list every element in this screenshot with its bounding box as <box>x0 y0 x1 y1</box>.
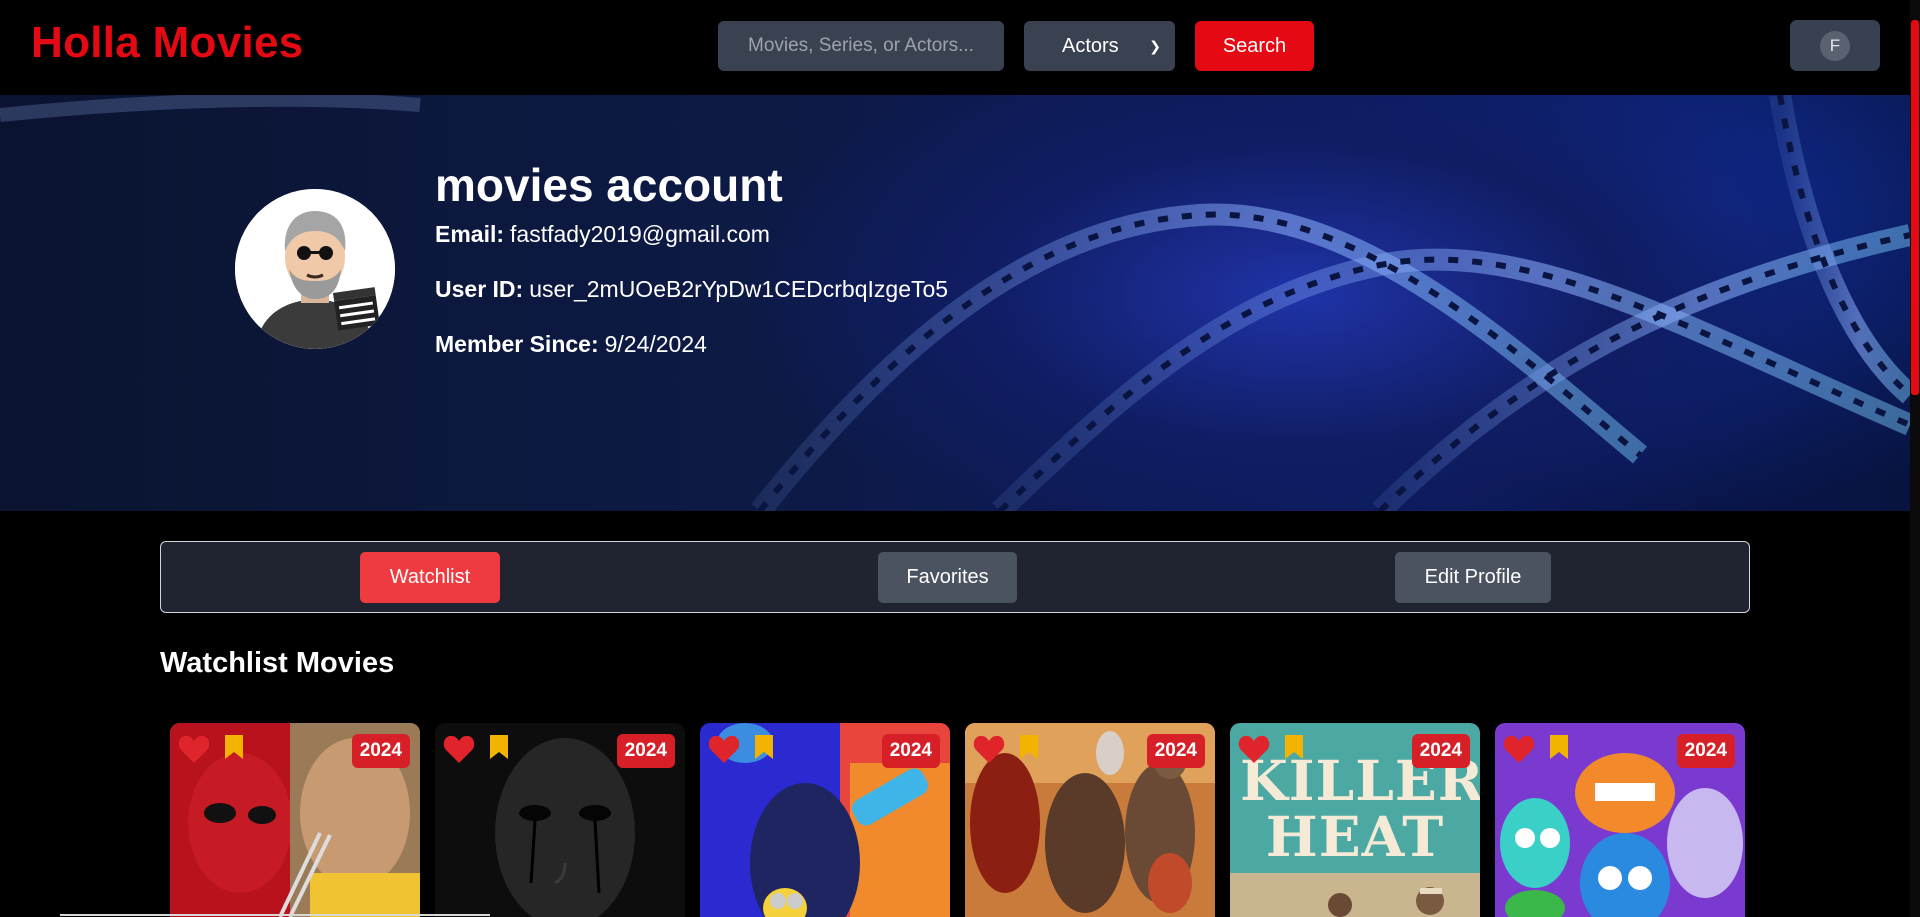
bookmark-icon[interactable] <box>1285 735 1303 759</box>
user-id-label: User ID: <box>435 276 524 302</box>
year-badge: 2024 <box>616 734 675 768</box>
email-value: fastfady2019@gmail.com <box>510 221 770 247</box>
bookmark-icon[interactable] <box>1550 735 1568 759</box>
search-button[interactable]: Search <box>1195 21 1314 71</box>
user-avatar: F <box>1820 30 1850 61</box>
year-badge: 2024 <box>1676 734 1735 768</box>
search-input[interactable] <box>718 21 1004 71</box>
scrollbar-thumb[interactable] <box>1911 20 1919 395</box>
profile-email-row: Email: fastfady2019@gmail.com <box>435 221 770 248</box>
movie-card[interactable]: 2024 <box>1495 723 1745 917</box>
bookmark-icon[interactable] <box>755 735 773 759</box>
heart-icon[interactable] <box>973 734 1005 764</box>
profile-user-id-row: User ID: user_2mUOeB2rYpDw1CEDcrbqIzgeTo5 <box>435 276 948 303</box>
profile-member-since-row: Member Since: 9/24/2024 <box>435 331 707 358</box>
year-badge: 2024 <box>881 734 940 768</box>
member-since-label: Member Since: <box>435 331 599 357</box>
poster-title-text: KILLER HEAT <box>1240 748 1480 869</box>
heart-icon[interactable] <box>1238 734 1270 764</box>
heart-icon[interactable] <box>443 734 475 764</box>
chevron-down-icon: ❯ <box>1149 37 1161 54</box>
user-menu-button[interactable]: F <box>1790 20 1880 71</box>
year-badge: 2024 <box>351 734 410 768</box>
profile-tabs: Watchlist Favorites Edit Profile <box>160 541 1750 613</box>
movie-card[interactable]: 2024 <box>700 723 950 917</box>
year-badge: 2024 <box>1411 734 1470 768</box>
heart-icon[interactable] <box>1503 734 1535 764</box>
tab-favorites[interactable]: Favorites <box>878 552 1017 603</box>
movie-card[interactable]: KILLER HEAT 2024 <box>1230 723 1480 917</box>
movie-card[interactable]: 2024 <box>435 723 685 917</box>
profile-hero: movies account Email: fastfady2019@gmail.… <box>0 95 1910 511</box>
app-logo[interactable]: Holla Movies <box>31 18 304 68</box>
tab-watchlist[interactable]: Watchlist <box>360 552 500 603</box>
profile-avatar <box>235 189 395 349</box>
top-navbar: Holla Movies Actors ❯ Search F <box>0 0 1910 95</box>
search-type-select[interactable]: Actors ❯ <box>1024 21 1175 71</box>
heart-icon[interactable] <box>708 734 740 764</box>
tab-edit-profile[interactable]: Edit Profile <box>1395 552 1551 603</box>
movie-card[interactable]: 2024 <box>170 723 420 917</box>
horizontal-scroll-indicator <box>60 914 490 916</box>
bookmark-icon[interactable] <box>1020 735 1038 759</box>
heart-icon[interactable] <box>178 734 210 764</box>
profile-name: movies account <box>435 159 783 211</box>
year-badge: 2024 <box>1146 734 1205 768</box>
member-since-value: 9/24/2024 <box>604 331 707 357</box>
user-id-value: user_2mUOeB2rYpDw1CEDcrbqIzgeTo5 <box>529 276 949 302</box>
bookmark-icon[interactable] <box>225 735 243 759</box>
search-type-value: Actors <box>1062 34 1119 57</box>
section-title: Watchlist Movies <box>160 647 395 679</box>
director-avatar-icon <box>235 189 395 349</box>
movie-card[interactable]: 2024 <box>965 723 1215 917</box>
bookmark-icon[interactable] <box>490 735 508 759</box>
email-label: Email: <box>435 221 505 247</box>
